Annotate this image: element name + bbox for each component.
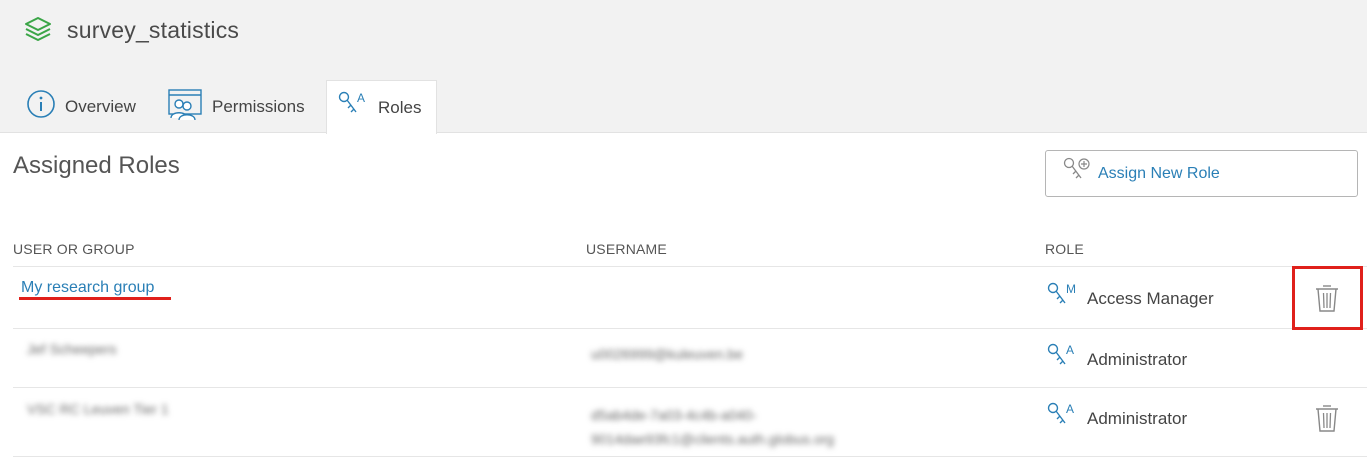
role-key-icon: A	[1046, 401, 1078, 436]
role-key-icon: M	[1046, 281, 1078, 316]
layers-icon	[25, 17, 51, 41]
svg-text:A: A	[357, 91, 365, 105]
username-value: u0026999@kuleuven.be	[591, 346, 744, 362]
tab-roles[interactable]: A Roles	[326, 80, 437, 134]
role-cell: A Administrator	[1046, 342, 1187, 377]
tab-permissions[interactable]: Permissions	[165, 80, 305, 133]
role-key-icon: A	[337, 90, 369, 125]
role-label: Access Manager	[1087, 288, 1214, 308]
tab-overview-label: Overview	[65, 96, 136, 116]
svg-text:A: A	[1066, 402, 1074, 416]
role-label: Administrator	[1087, 408, 1188, 428]
info-circle-icon	[26, 89, 56, 124]
svg-text:A: A	[1066, 343, 1074, 357]
username-value: d5ab4de-7a03-4c4b-a040- 9014dae93fc1@cli…	[591, 407, 835, 447]
row-divider	[13, 456, 1367, 457]
tab-overview[interactable]: Overview	[26, 80, 136, 133]
row-divider	[13, 266, 1367, 267]
role-cell: M Access Manager	[1046, 281, 1214, 316]
annotation-underline	[19, 297, 171, 300]
app-title-text: survey_statistics	[67, 16, 240, 43]
svg-text:M: M	[1066, 282, 1076, 296]
users-window-icon	[165, 87, 203, 126]
app-title: survey_statistics	[22, 14, 239, 46]
role-cell: A Administrator	[1046, 401, 1187, 436]
column-header-role: ROLE	[1045, 241, 1084, 257]
tab-roles-label: Roles	[378, 97, 422, 117]
assign-new-role-button[interactable]: Assign New Role	[1045, 150, 1358, 197]
delete-trash-icon[interactable]	[1314, 403, 1340, 438]
user-name: Jef Scheepers	[27, 341, 117, 357]
assign-new-role-label: Assign New Role	[1098, 164, 1220, 182]
role-label: Administrator	[1087, 349, 1188, 369]
annotation-highlight-box	[1292, 266, 1363, 330]
row-divider	[13, 328, 1367, 329]
column-header-user-or-group: USER OR GROUP	[13, 241, 135, 257]
page-title: Assigned Roles	[13, 152, 180, 179]
tab-permissions-label: Permissions	[212, 96, 305, 116]
row-divider	[13, 387, 1367, 388]
role-key-icon: A	[1046, 342, 1078, 377]
user-name: VSC RC Leuven Tier 1	[27, 401, 169, 417]
key-plus-icon	[1062, 156, 1094, 191]
user-link-my-research-group[interactable]: My research group	[21, 279, 154, 297]
column-header-username: USERNAME	[586, 241, 667, 257]
